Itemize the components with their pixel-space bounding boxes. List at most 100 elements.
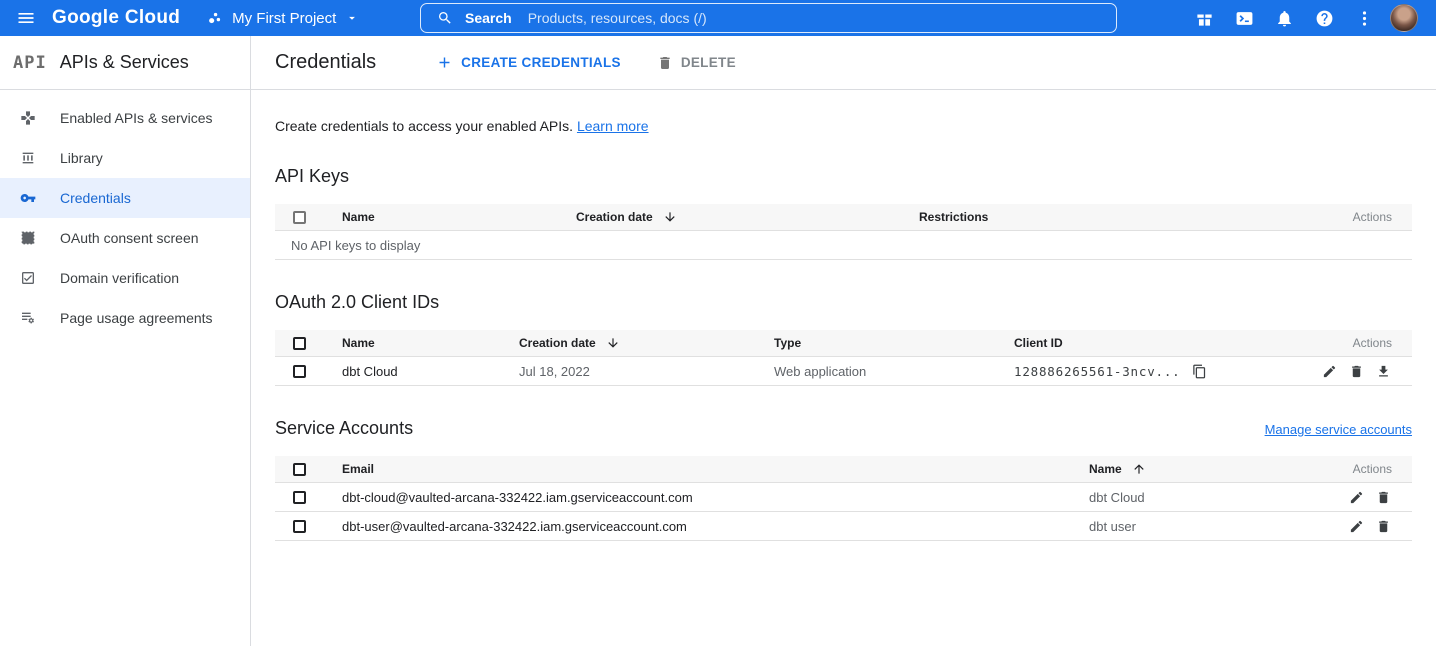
- sidebar-nav: Enabled APIs & services Library Credenti…: [0, 90, 250, 338]
- caret-down-icon: [345, 11, 359, 25]
- project-icon: [206, 10, 223, 27]
- oauth-client-type: Web application: [774, 364, 1014, 379]
- gift-icon[interactable]: [1184, 0, 1224, 36]
- column-header-creation-date[interactable]: Creation date: [519, 336, 774, 350]
- edit-button[interactable]: [1347, 488, 1365, 506]
- service-account-row: dbt-cloud@vaulted-arcana-332422.iam.gser…: [275, 483, 1412, 512]
- trash-icon: [657, 55, 673, 71]
- api-logo-icon: API: [13, 53, 47, 73]
- oauth-row-actions: [1292, 362, 1412, 380]
- domain-verification-icon: [20, 270, 36, 286]
- pencil-icon: [1349, 490, 1364, 505]
- select-all-checkbox[interactable]: [293, 463, 306, 476]
- column-header-actions: Actions: [1292, 336, 1412, 350]
- plus-icon: [436, 54, 453, 71]
- sidebar-item-domain-verification[interactable]: Domain verification: [0, 258, 250, 298]
- column-header-email: Email: [342, 462, 1089, 476]
- manage-service-accounts-link[interactable]: Manage service accounts: [1265, 422, 1412, 437]
- enabled-apis-icon: [20, 110, 36, 126]
- oauth-client-row: dbt Cloud Jul 18, 2022 Web application 1…: [275, 357, 1412, 386]
- sidebar-title: APIs & Services: [60, 52, 189, 73]
- service-account-actions: [1292, 517, 1412, 535]
- sidebar-item-enabled-apis[interactable]: Enabled APIs & services: [0, 98, 250, 138]
- service-account-email: dbt-cloud@vaulted-arcana-332422.iam.gser…: [342, 490, 1089, 505]
- column-header-restrictions: Restrictions: [919, 210, 1292, 224]
- copy-client-id-button[interactable]: [1191, 362, 1209, 380]
- agreements-icon: [20, 310, 36, 326]
- help-icon[interactable]: [1304, 0, 1344, 36]
- topbar: Google Cloud My First Project Search Pro…: [0, 0, 1436, 36]
- sort-descending-icon[interactable]: [663, 210, 677, 224]
- main-content: Credentials CREATE CREDENTIALS DELETE Cr…: [251, 36, 1436, 646]
- avatar[interactable]: [1390, 4, 1418, 32]
- api-keys-table: Name Creation date Restrictions Actions …: [275, 204, 1412, 260]
- sidebar-item-credentials[interactable]: Credentials: [0, 178, 250, 218]
- key-icon: [20, 190, 36, 206]
- cloud-shell-icon[interactable]: [1224, 0, 1264, 36]
- sidebar-item-oauth-consent[interactable]: OAuth consent screen: [0, 218, 250, 258]
- create-credentials-label: CREATE CREDENTIALS: [461, 55, 621, 70]
- sidebar-item-label: Domain verification: [60, 270, 179, 286]
- sidebar-item-label: Library: [60, 150, 103, 166]
- search-input[interactable]: Search Products, resources, docs (/): [420, 3, 1117, 33]
- sidebar: API APIs & Services Enabled APIs & servi…: [0, 36, 251, 646]
- service-account-row: dbt-user@vaulted-arcana-332422.iam.gserv…: [275, 512, 1412, 541]
- delete-row-button[interactable]: [1347, 362, 1365, 380]
- column-header-type: Type: [774, 336, 1014, 350]
- oauth-client-name: dbt Cloud: [342, 364, 519, 379]
- create-credentials-button[interactable]: CREATE CREDENTIALS: [436, 54, 621, 71]
- pencil-icon: [1322, 364, 1337, 379]
- page-title: Credentials: [275, 51, 376, 74]
- oauth-clients-table: Name Creation date Type Client ID Action…: [275, 330, 1412, 386]
- intro-text: Create credentials to access your enable…: [275, 118, 1412, 134]
- delete-button[interactable]: DELETE: [657, 55, 736, 71]
- select-all-checkbox[interactable]: [293, 337, 306, 350]
- hamburger-menu-icon[interactable]: [0, 0, 52, 36]
- sort-ascending-icon[interactable]: [1132, 462, 1146, 476]
- row-checkbox[interactable]: [293, 491, 306, 504]
- sidebar-item-page-usage-agreements[interactable]: Page usage agreements: [0, 298, 250, 338]
- service-account-name: dbt user: [1089, 519, 1292, 534]
- delete-label: DELETE: [681, 55, 736, 70]
- oauth-header-row: Name Creation date Type Client ID Action…: [275, 330, 1412, 357]
- oauth-clients-heading: OAuth 2.0 Client IDs: [275, 290, 1412, 314]
- search-placeholder: Products, resources, docs (/): [528, 10, 707, 26]
- select-all-checkbox[interactable]: [293, 211, 306, 224]
- sidebar-item-label: Enabled APIs & services: [60, 110, 213, 126]
- sidebar-item-label: OAuth consent screen: [60, 230, 199, 246]
- column-header-creation-date[interactable]: Creation date: [576, 210, 919, 224]
- delete-row-button[interactable]: [1374, 517, 1392, 535]
- trash-icon: [1376, 490, 1391, 505]
- column-header-name: Name: [342, 210, 576, 224]
- google-cloud-logo[interactable]: Google Cloud: [52, 7, 180, 29]
- library-icon: [20, 150, 36, 166]
- search-label: Search: [465, 10, 512, 26]
- row-checkbox[interactable]: [293, 520, 306, 533]
- download-button[interactable]: [1374, 362, 1392, 380]
- edit-button[interactable]: [1320, 362, 1338, 380]
- column-header-name: Name: [342, 336, 519, 350]
- column-header-actions: Actions: [1292, 462, 1412, 476]
- row-checkbox[interactable]: [293, 365, 306, 378]
- notifications-bell-icon[interactable]: [1264, 0, 1304, 36]
- delete-row-button[interactable]: [1374, 488, 1392, 506]
- column-header-name[interactable]: Name: [1089, 462, 1292, 476]
- consent-screen-icon: [20, 230, 36, 246]
- oauth-client-id: 128886265561-3ncv...: [1014, 364, 1181, 379]
- edit-button[interactable]: [1347, 517, 1365, 535]
- trash-icon: [1349, 364, 1364, 379]
- api-keys-heading: API Keys: [275, 164, 1412, 188]
- more-vert-icon[interactable]: [1344, 0, 1384, 36]
- sidebar-item-library[interactable]: Library: [0, 138, 250, 178]
- topbar-actions: [1184, 0, 1436, 36]
- project-switcher[interactable]: My First Project: [206, 10, 359, 27]
- service-accounts-table: Email Name Actions dbt-cloud@vaulted-arc…: [275, 456, 1412, 541]
- column-header-actions: Actions: [1292, 210, 1412, 224]
- api-keys-header-row: Name Creation date Restrictions Actions: [275, 204, 1412, 231]
- sort-descending-icon[interactable]: [606, 336, 620, 350]
- oauth-client-creation-date: Jul 18, 2022: [519, 364, 774, 379]
- learn-more-link[interactable]: Learn more: [577, 118, 649, 134]
- api-keys-empty-message: No API keys to display: [275, 231, 1412, 260]
- service-account-email: dbt-user@vaulted-arcana-332422.iam.gserv…: [342, 519, 1089, 534]
- search-icon: [437, 10, 453, 26]
